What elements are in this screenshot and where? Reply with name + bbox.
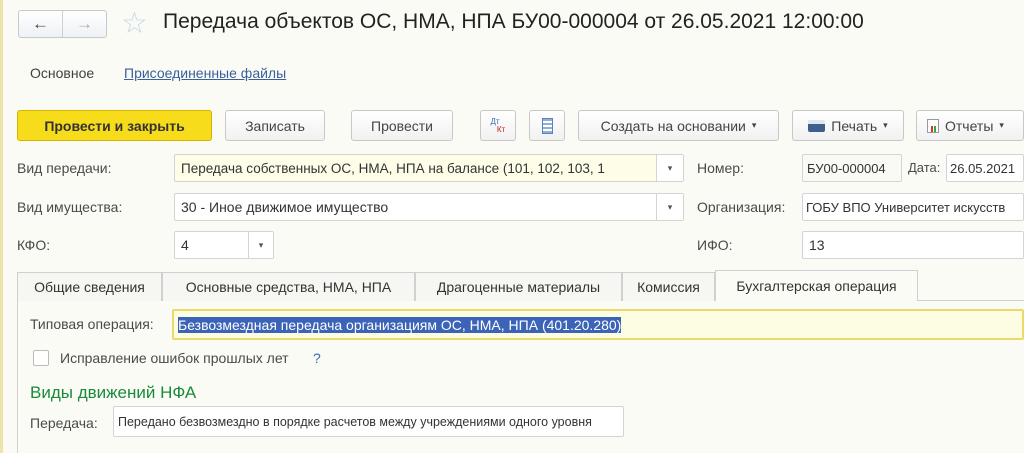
property-type-value: 30 - Иное движимое имущество <box>181 199 389 215</box>
post-and-close-button[interactable]: Провести и закрыть <box>17 110 212 141</box>
navigation-buttons: ← → <box>18 10 107 38</box>
kt-label: Кт <box>496 124 506 134</box>
tab-fixed-assets[interactable]: Основные средства, НМА, НПА <box>162 272 415 301</box>
transfer-type-select[interactable]: Передача собственных ОС, НМА, НПА на бал… <box>174 154 684 182</box>
create-based-label: Создать на основании <box>600 117 746 134</box>
favorite-star-icon[interactable]: ☆ <box>121 6 148 41</box>
chevron-down-icon: ▾ <box>751 120 757 130</box>
forward-button[interactable]: → <box>63 11 106 37</box>
property-type-label: Вид имущества: <box>17 199 123 215</box>
organization-field[interactable]: ГОБУ ВПО Университет искусств <box>802 193 1024 221</box>
kfo-value: 4 <box>181 237 189 253</box>
operation-value: Безвозмездная передача организациям ОС, … <box>178 316 622 333</box>
number-field[interactable]: БУ00-000004 <box>802 154 902 182</box>
print-label: Печать <box>831 117 878 134</box>
movements-heading: Виды движений НФА <box>30 383 197 402</box>
chevron-down-icon: ▾ <box>883 120 888 130</box>
section-attached-files[interactable]: Присоединенные файлы <box>124 65 286 81</box>
operation-field[interactable]: Безвозмездная передача организациям ОС, … <box>172 309 1024 340</box>
date-label: Дата: <box>908 160 941 175</box>
reports-button[interactable]: Отчеты ▾ <box>916 110 1024 141</box>
section-main[interactable]: Основное <box>30 65 94 81</box>
tab-commission[interactable]: Комиссия <box>622 272 715 301</box>
dt-kt-button[interactable]: Дт Кт <box>480 110 516 141</box>
organization-label: Организация: <box>697 199 786 215</box>
post-button[interactable]: Провести <box>351 110 453 141</box>
save-button[interactable]: Записать <box>225 110 325 141</box>
reports-label: Отчеты <box>945 117 994 134</box>
movement-transfer-field[interactable]: Передано безвозмездно в порядке расчетов… <box>113 406 624 437</box>
page-title: Передача объектов ОС, НМА, НПА БУ00-0000… <box>163 10 864 33</box>
help-icon[interactable]: ? <box>313 350 321 366</box>
kfo-select[interactable]: 4 ▾ <box>174 231 274 259</box>
print-button[interactable]: Печать ▾ <box>792 110 904 141</box>
date-field[interactable]: 26.05.2021 <box>946 154 1024 182</box>
printer-icon <box>808 119 826 132</box>
list-button[interactable] <box>529 110 565 141</box>
window-edge <box>0 0 3 453</box>
ifo-label: ИФО: <box>697 237 733 253</box>
transfer-type-value: Передача собственных ОС, НМА, НПА на бал… <box>181 160 605 176</box>
tab-accounting-operation[interactable]: Бухгалтерская операция <box>715 270 918 301</box>
errors-fix-label: Исправление ошибок прошлых лет <box>60 350 289 366</box>
tab-precious-materials[interactable]: Драгоценные материалы <box>415 272 622 301</box>
transfer-type-label: Вид передачи: <box>17 160 112 176</box>
chevron-down-icon[interactable]: ▾ <box>656 155 683 181</box>
movement-transfer-label: Передача: <box>30 415 98 431</box>
errors-fix-checkbox[interactable] <box>33 350 49 366</box>
kfo-label: КФО: <box>17 237 51 253</box>
chevron-down-icon[interactable]: ▾ <box>656 194 683 220</box>
chevron-down-icon[interactable]: ▾ <box>248 232 273 258</box>
list-icon <box>541 117 553 134</box>
create-based-on-button[interactable]: Создать на основании ▾ <box>578 110 779 141</box>
tab-general[interactable]: Общие сведения <box>17 272 162 301</box>
report-icon <box>927 118 939 133</box>
property-type-select[interactable]: 30 - Иное движимое имущество ▾ <box>174 193 684 221</box>
back-button[interactable]: ← <box>19 11 63 37</box>
chevron-down-icon: ▾ <box>999 120 1004 130</box>
ifo-field[interactable]: 13 <box>802 231 1024 259</box>
operation-label: Типовая операция: <box>30 316 154 332</box>
number-label: Номер: <box>697 160 744 176</box>
